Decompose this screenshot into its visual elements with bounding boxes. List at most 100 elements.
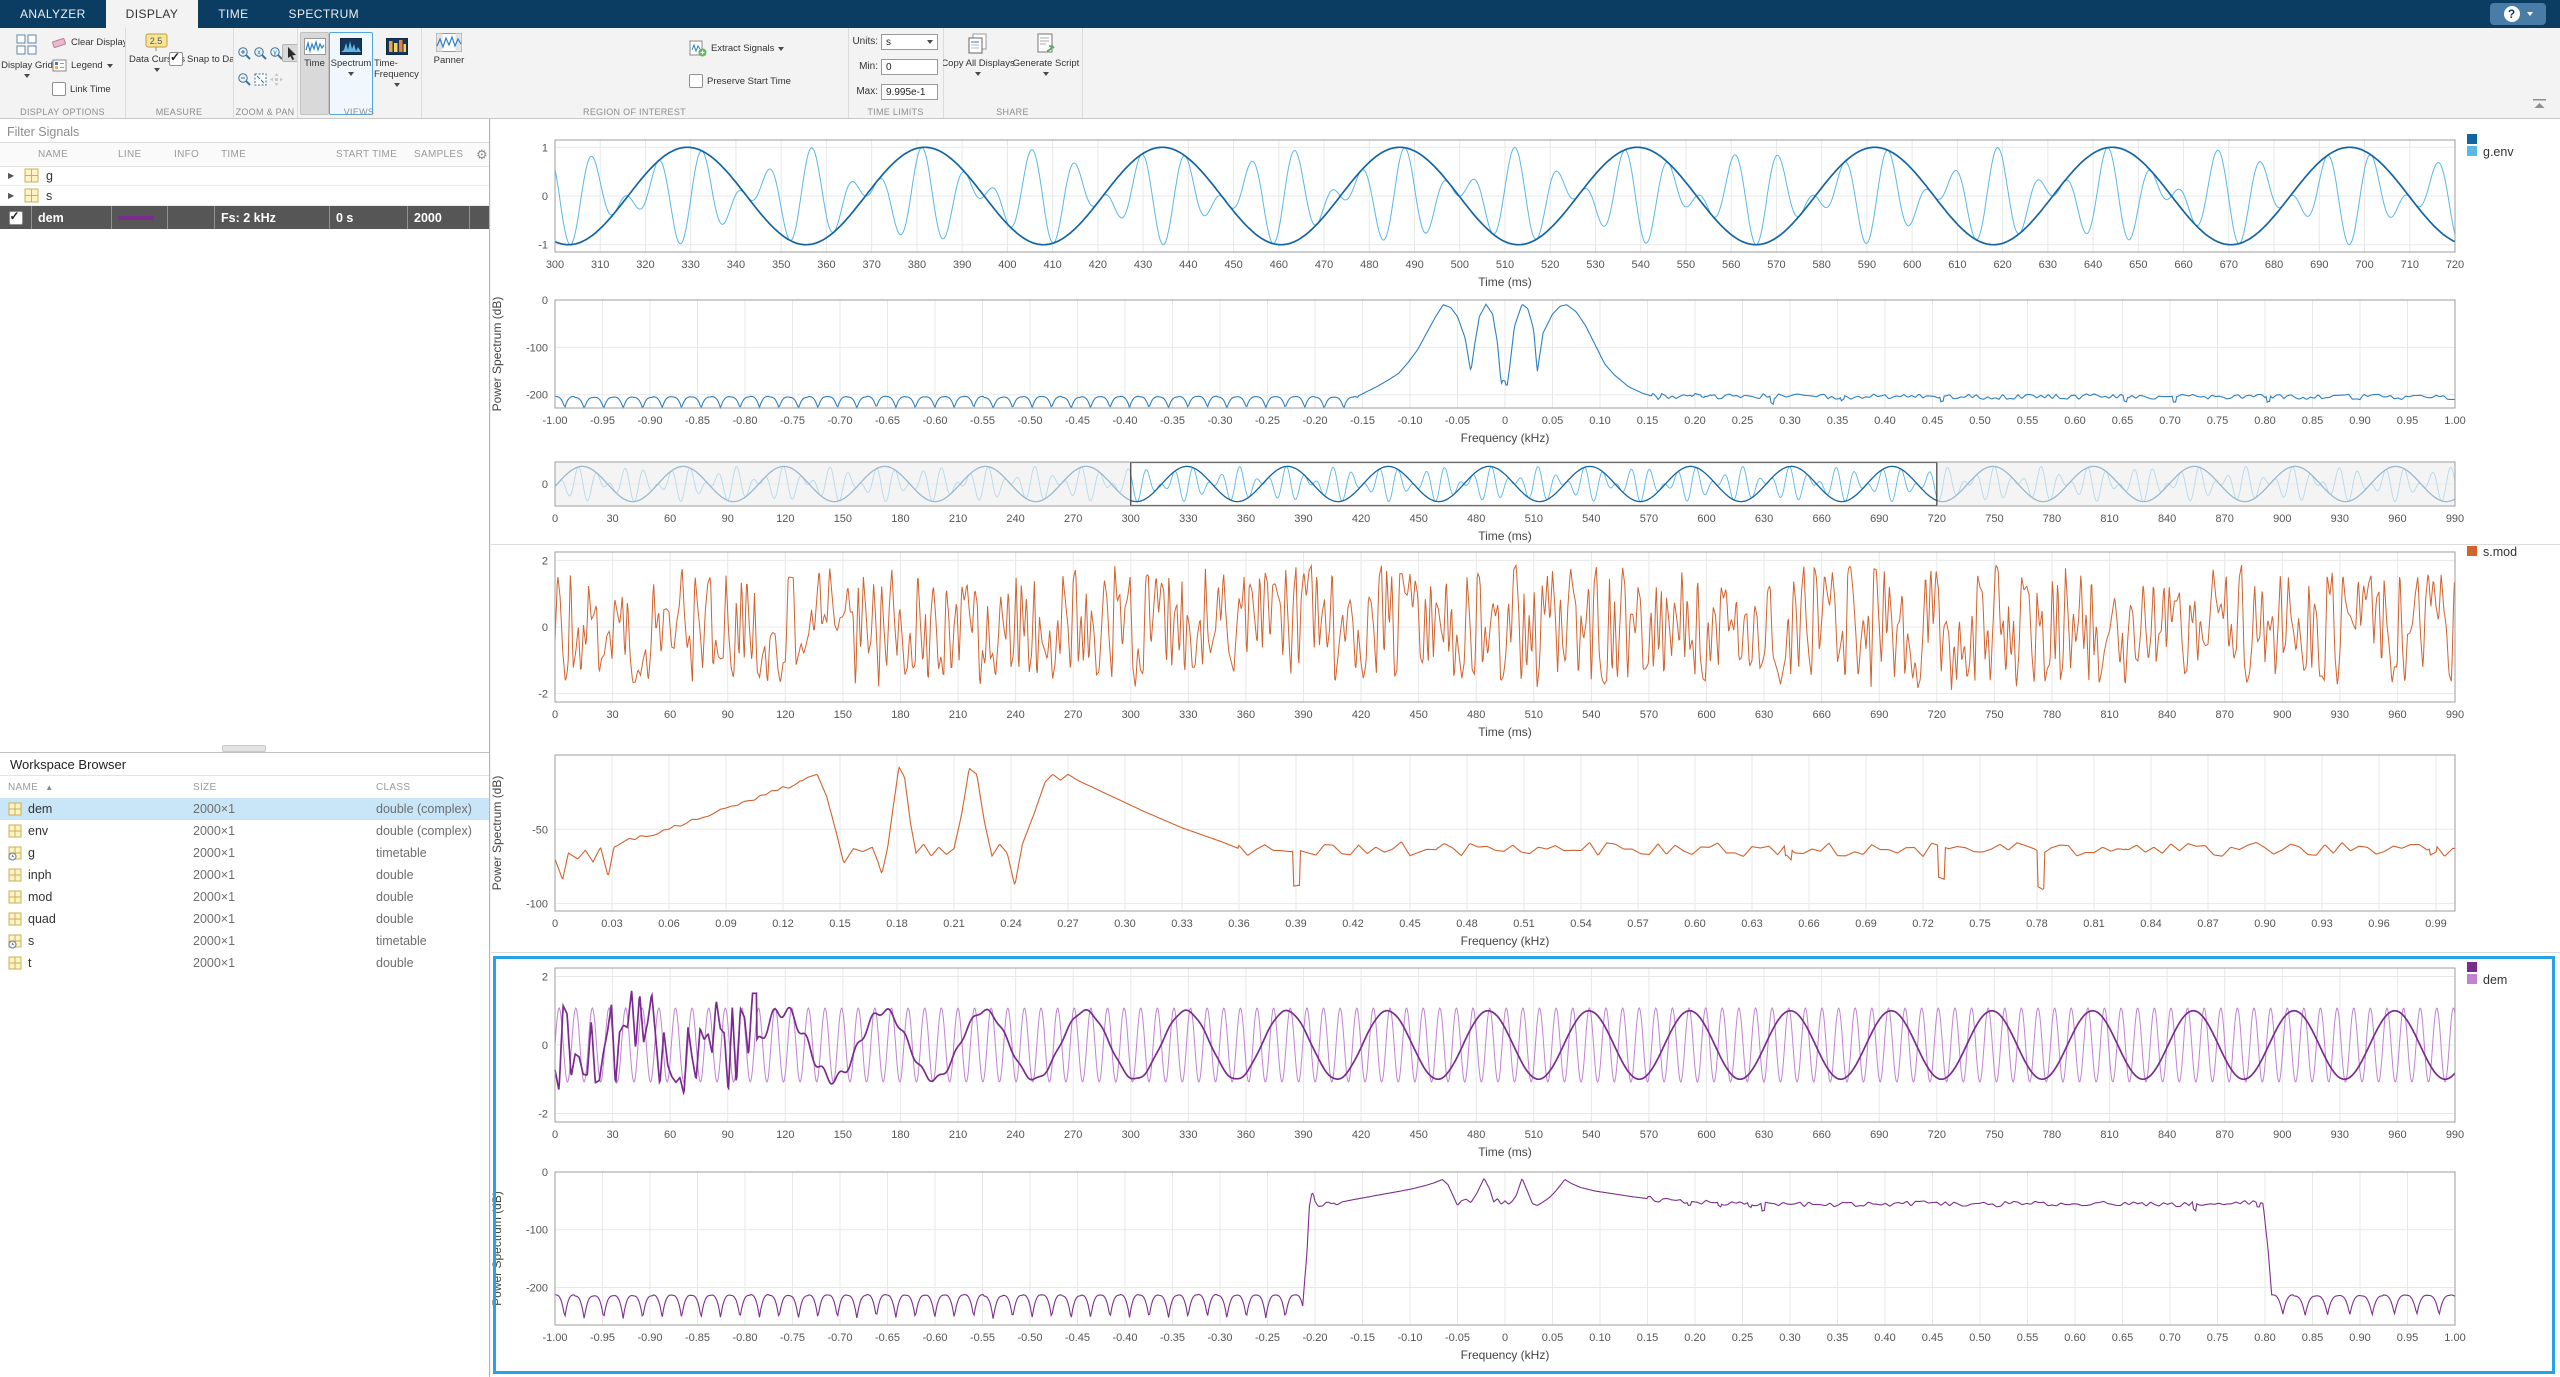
section-label: REGION OF INTEREST — [421, 107, 848, 117]
signal-row-s[interactable]: ▶ s — [0, 186, 489, 206]
units-select[interactable]: s — [881, 34, 938, 50]
workspace-row[interactable]: inph 2000×1 double — [0, 864, 489, 886]
ws-col-size[interactable]: SIZE — [185, 782, 368, 793]
svg-text:Time (ms): Time (ms) — [1478, 725, 1532, 739]
chart-dem-time[interactable]: 0306090120150180210240270300330360390420… — [485, 956, 2560, 1166]
generate-script-button[interactable]: Generate Script — [1015, 33, 1077, 76]
filter-signals-input[interactable]: Filter Signals — [0, 122, 489, 143]
time-view-icon — [304, 38, 326, 55]
help-button[interactable]: ? — [2490, 3, 2546, 25]
workspace-row[interactable]: t 2000×1 double — [0, 952, 489, 974]
max-time-input[interactable]: 9.995e-1 — [881, 84, 938, 100]
extract-signals-button[interactable]: Extract Signals — [689, 40, 784, 57]
workspace-row[interactable]: env 2000×1 double (complex) — [0, 820, 489, 842]
tab-spectrum[interactable]: SPECTRUM — [269, 0, 380, 28]
svg-text:-200: -200 — [526, 1282, 548, 1294]
tab-display[interactable]: DISPLAY — [106, 0, 199, 28]
col-start-time[interactable]: START TIME — [330, 149, 408, 160]
chart-smod-spectrum[interactable]: 00.030.060.090.120.150.180.210.240.270.3… — [485, 743, 2560, 955]
section-label: TIME LIMITS — [848, 107, 943, 117]
svg-text:0.30: 0.30 — [1779, 415, 1800, 427]
ws-col-class[interactable]: CLASS — [368, 782, 489, 793]
panel-splitter[interactable] — [222, 745, 266, 752]
svg-text:0.90: 0.90 — [2349, 415, 2370, 427]
svg-text:0.85: 0.85 — [2302, 415, 2323, 427]
svg-text:-0.50: -0.50 — [1017, 415, 1042, 427]
legend-icon — [52, 59, 67, 72]
svg-text:-0.75: -0.75 — [780, 415, 805, 427]
svg-text:300: 300 — [1122, 1129, 1140, 1141]
pointer-button[interactable] — [282, 44, 298, 62]
legend-button[interactable]: Legend — [52, 59, 113, 72]
chart-dem-spectrum[interactable]: -1.00-0.95-0.90-0.85-0.80-0.75-0.70-0.65… — [485, 1160, 2560, 1369]
matrix-icon — [8, 912, 23, 927]
svg-text:60: 60 — [664, 709, 676, 721]
signal-row-g[interactable]: ▶ g — [0, 166, 489, 186]
pan-button[interactable] — [267, 70, 285, 88]
workspace-row[interactable]: s 2000×1 timetable — [0, 930, 489, 952]
col-name[interactable]: NAME — [32, 149, 112, 160]
copy-all-displays-button[interactable]: Copy All Displays — [945, 33, 1011, 76]
signal-checkbox[interactable] — [9, 211, 23, 225]
eraser-icon — [52, 36, 67, 49]
link-time-checkbox[interactable]: Link Time — [52, 82, 111, 96]
chart-genv-spectrum[interactable]: -1.00-0.95-0.90-0.85-0.80-0.75-0.70-0.65… — [485, 288, 2560, 452]
panner-button[interactable]: Panner — [427, 33, 471, 66]
expand-icon[interactable]: ▶ — [8, 171, 18, 180]
zoom-out-icon — [237, 72, 252, 87]
legend[interactable]: g.env — [2467, 134, 2514, 159]
col-time[interactable]: TIME — [215, 149, 330, 160]
svg-text:690: 690 — [1870, 513, 1888, 525]
legend[interactable]: s.mod — [2467, 545, 2517, 559]
svg-text:810: 810 — [2100, 709, 2118, 721]
ws-col-name[interactable]: NAME — [8, 782, 38, 793]
svg-text:0.20: 0.20 — [1684, 415, 1705, 427]
svg-text:360: 360 — [1237, 513, 1255, 525]
svg-text:990: 990 — [2446, 513, 2464, 525]
svg-text:0.30: 0.30 — [1114, 918, 1135, 930]
legend[interactable]: dem — [2467, 962, 2507, 987]
workspace-row[interactable]: mod 2000×1 double — [0, 886, 489, 908]
workspace-row[interactable]: quad 2000×1 double — [0, 908, 489, 930]
min-time-input[interactable]: 0 — [881, 59, 938, 75]
col-line[interactable]: LINE — [112, 149, 168, 160]
chart-genv-time[interactable]: 3003103203303403503603703803904004104204… — [485, 128, 2560, 296]
svg-text:-0.55: -0.55 — [970, 1332, 995, 1344]
svg-text:690: 690 — [1870, 1129, 1888, 1141]
svg-text:120: 120 — [776, 709, 794, 721]
checkbox-checked-icon — [169, 52, 183, 66]
workspace-row[interactable]: dem 2000×1 double (complex) — [0, 798, 489, 820]
tab-analyzer[interactable]: ANALYZER — [0, 0, 106, 28]
tab-time[interactable]: TIME — [198, 0, 268, 28]
signal-row-dem[interactable]: dem Fs: 2 kHz 0 s 2000 — [0, 206, 489, 229]
svg-text:360: 360 — [1237, 1129, 1255, 1141]
col-samples[interactable]: SAMPLES — [408, 149, 470, 160]
snap-to-data-checkbox[interactable]: Snap to Data — [169, 52, 234, 66]
svg-text:0.30: 0.30 — [1779, 1332, 1800, 1344]
svg-text:720: 720 — [1928, 1129, 1946, 1141]
svg-text:530: 530 — [1586, 259, 1604, 271]
svg-text:-0.40: -0.40 — [1112, 415, 1137, 427]
svg-text:410: 410 — [1043, 259, 1061, 271]
chart-genv-panner[interactable]: 0306090120150180210240270300330360390420… — [485, 450, 2560, 550]
checkbox-icon — [52, 82, 66, 96]
svg-text:-0.65: -0.65 — [875, 1332, 900, 1344]
collapse-ribbon-button[interactable] — [2533, 96, 2546, 114]
ws-var-name: t — [28, 956, 31, 970]
svg-text:0.80: 0.80 — [2254, 1332, 2275, 1344]
expand-icon[interactable]: ▶ — [8, 191, 18, 200]
clear-display-button[interactable]: Clear Display — [52, 36, 126, 49]
svg-text:90: 90 — [722, 513, 734, 525]
chart-smod-time[interactable]: 0306090120150180210240270300330360390420… — [485, 540, 2560, 746]
display-grid-button[interactable]: Display Grid — [4, 33, 50, 78]
svg-text:0.93: 0.93 — [2311, 918, 2332, 930]
col-info[interactable]: INFO — [168, 149, 215, 160]
workspace-row[interactable]: g 2000×1 timetable — [0, 842, 489, 864]
svg-text:-0.95: -0.95 — [590, 1332, 615, 1344]
preserve-start-time-checkbox[interactable]: Preserve Start Time — [689, 74, 791, 88]
svg-text:0.55: 0.55 — [2017, 1332, 2038, 1344]
view-time-frequency-button[interactable]: Time-Frequency — [373, 32, 421, 115]
chevron-down-icon — [24, 74, 30, 78]
view-spectrum-button[interactable]: Spectrum — [329, 32, 373, 115]
view-time-button[interactable]: Time — [300, 32, 329, 115]
